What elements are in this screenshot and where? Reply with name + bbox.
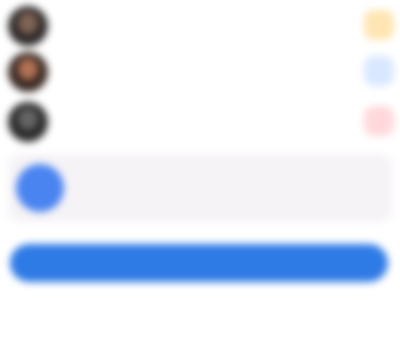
primary-action-button[interactable] [10,244,388,282]
list-item[interactable] [0,100,400,146]
status-chip[interactable] [364,56,394,86]
card-text [78,164,378,172]
list-item[interactable] [0,4,400,50]
status-chip[interactable] [364,10,394,40]
avatar [8,6,48,46]
list-item[interactable] [0,50,400,96]
info-card[interactable] [8,154,392,222]
status-chip[interactable] [364,106,394,136]
avatar [8,102,48,142]
screen [0,0,400,338]
circle-icon [16,164,64,212]
avatar [8,52,48,92]
